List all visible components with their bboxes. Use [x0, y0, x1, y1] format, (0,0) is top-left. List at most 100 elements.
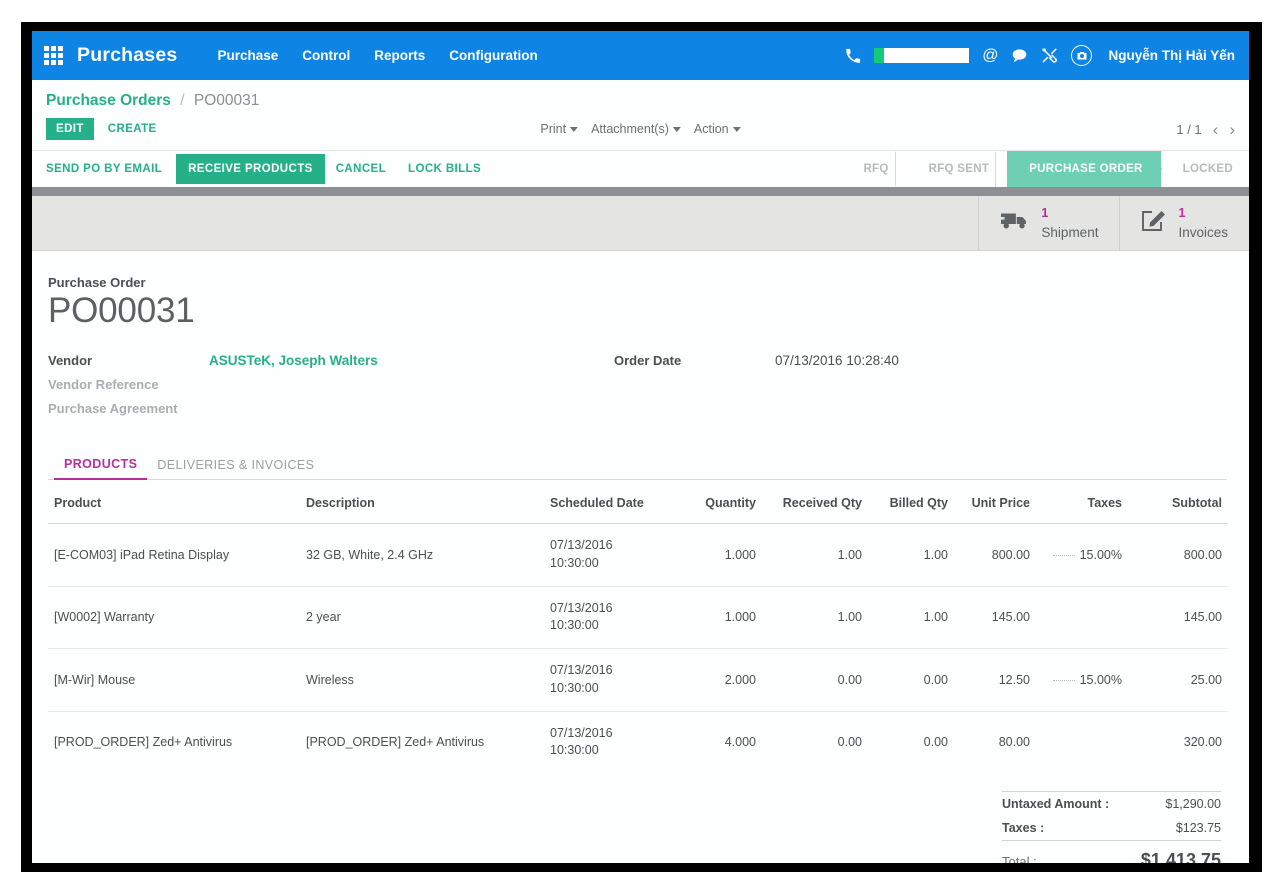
edit-button[interactable]: EDIT — [46, 118, 94, 140]
tools-icon[interactable] — [1041, 47, 1058, 64]
cancel-button[interactable]: CANCEL — [325, 163, 397, 175]
cell-subtotal[interactable]: 25.00 — [1128, 649, 1228, 712]
cell-scheduled-date[interactable]: 07/13/201610:30:00 — [544, 524, 679, 587]
cell-quantity[interactable]: 2.000 — [679, 649, 762, 712]
cell-taxes[interactable] — [1036, 711, 1128, 773]
table-row[interactable]: [W0002] Warranty 2 year 07/13/201610:30:… — [48, 586, 1228, 649]
username-label[interactable]: Nguyễn Thị Hải Yến — [1108, 48, 1235, 63]
cell-billed-qty[interactable]: 0.00 — [868, 711, 954, 773]
form-column-left: Vendor ASUSTeK, Joseph Walters Vendor Re… — [48, 353, 614, 425]
dotted-connector — [1053, 680, 1075, 681]
pager-previous-icon[interactable]: ‹ — [1213, 121, 1219, 138]
cell-product[interactable]: [E-COM03] iPad Retina Display — [48, 524, 300, 587]
section-divider — [32, 187, 1249, 196]
print-dropdown[interactable]: Print — [540, 122, 578, 136]
cell-description[interactable]: 32 GB, White, 2.4 GHz — [300, 524, 544, 587]
status-stage-rfq-sent[interactable]: RFQ SENT — [907, 151, 1008, 187]
cell-scheduled-date[interactable]: 07/13/201610:30:00 — [544, 649, 679, 712]
pager: 1 / 1 ‹ › — [1176, 121, 1235, 138]
field-vendor-reference: Vendor Reference — [48, 377, 614, 401]
cell-unit-price[interactable]: 800.00 — [954, 524, 1036, 587]
column-header-billed-qty: Billed Qty — [868, 480, 954, 524]
menu-item-purchase[interactable]: Purchase — [217, 48, 278, 63]
status-stage-locked[interactable]: LOCKED — [1161, 151, 1249, 187]
app-page: Purchases Purchase Control Reports Confi… — [32, 31, 1249, 863]
column-header-scheduled-date: Scheduled Date — [544, 480, 679, 524]
create-button[interactable]: CREATE — [108, 123, 157, 135]
lock-bills-button[interactable]: LOCK BILLS — [397, 163, 492, 175]
stat-button-shipment[interactable]: 1 Shipment — [978, 196, 1119, 250]
menu-item-control[interactable]: Control — [302, 48, 350, 63]
apps-grid-icon[interactable] — [44, 46, 63, 65]
total-label: Total : — [1002, 854, 1037, 863]
phone-icon[interactable] — [845, 48, 861, 64]
cell-product[interactable]: [W0002] Warranty — [48, 586, 300, 649]
stat-count: 1 — [1178, 206, 1185, 220]
cell-billed-qty[interactable]: 1.00 — [868, 586, 954, 649]
cell-subtotal[interactable]: 145.00 — [1128, 586, 1228, 649]
cell-received-qty[interactable]: 1.00 — [762, 586, 868, 649]
top-navbar: Purchases Purchase Control Reports Confi… — [32, 31, 1249, 80]
cell-billed-qty[interactable]: 1.00 — [868, 524, 954, 587]
tab-deliveries-invoices[interactable]: DELIVERIES & INVOICES — [147, 452, 324, 479]
pager-next-icon[interactable]: › — [1229, 121, 1235, 138]
cell-subtotal[interactable]: 800.00 — [1128, 524, 1228, 587]
cell-received-qty[interactable]: 0.00 — [762, 711, 868, 773]
column-header-received-qty: Received Qty — [762, 480, 868, 524]
action-button-bar: SEND PO BY EMAIL RECEIVE PRODUCTS CANCEL… — [32, 151, 1249, 187]
table-row[interactable]: [E-COM03] iPad Retina Display 32 GB, Whi… — [48, 524, 1228, 587]
table-row[interactable]: [M-Wir] Mouse Wireless 07/13/201610:30:0… — [48, 649, 1228, 712]
status-stage-label: PURCHASE ORDER — [1029, 163, 1142, 175]
order-date-value[interactable]: 07/13/2016 10:28:40 — [775, 353, 899, 368]
vendor-value-link[interactable]: ASUSTeK, Joseph Walters — [209, 353, 378, 368]
action-dropdown[interactable]: Action — [694, 122, 741, 136]
cell-quantity[interactable]: 1.000 — [679, 586, 762, 649]
chat-icon[interactable] — [1011, 48, 1028, 63]
cell-scheduled-date[interactable]: 07/13/201610:30:00 — [544, 711, 679, 773]
at-icon[interactable]: @ — [982, 48, 998, 64]
cell-received-qty[interactable]: 1.00 — [762, 524, 868, 587]
order-lines-table: Product Description Scheduled Date Quant… — [48, 480, 1228, 773]
taxes-label: Taxes : — [1002, 821, 1044, 835]
status-stage-label: RFQ — [863, 163, 888, 175]
field-label: Vendor — [48, 353, 209, 368]
main-menu: Purchase Control Reports Configuration — [217, 48, 537, 63]
breadcrumb-parent-link[interactable]: Purchase Orders — [46, 92, 171, 109]
activity-progress-bar[interactable] — [874, 48, 969, 63]
control-panel: EDIT CREATE Print Attachment(s) Action 1… — [32, 110, 1249, 151]
truck-icon — [1000, 210, 1030, 236]
cell-taxes[interactable]: 15.00% — [1036, 524, 1128, 587]
top-navbar-right: @ — [845, 45, 1235, 66]
send-po-by-email-button[interactable]: SEND PO BY EMAIL — [46, 163, 176, 175]
table-row[interactable]: [PROD_ORDER] Zed+ Antivirus [PROD_ORDER]… — [48, 711, 1228, 773]
tab-products[interactable]: PRODUCTS — [54, 451, 147, 480]
cell-description[interactable]: 2 year — [300, 586, 544, 649]
cell-scheduled-date[interactable]: 07/13/201610:30:00 — [544, 586, 679, 649]
untaxed-amount-label: Untaxed Amount : — [1002, 797, 1109, 811]
receive-products-button[interactable]: RECEIVE PRODUCTS — [176, 154, 325, 184]
screenshot-frame: Purchases Purchase Control Reports Confi… — [21, 22, 1262, 872]
cell-unit-price[interactable]: 145.00 — [954, 586, 1036, 649]
cell-taxes[interactable] — [1036, 586, 1128, 649]
avatar[interactable] — [1071, 45, 1092, 66]
status-stage-purchase-order[interactable]: PURCHASE ORDER — [1007, 151, 1160, 187]
chevron-down-icon — [570, 127, 578, 132]
cell-subtotal[interactable]: 320.00 — [1128, 711, 1228, 773]
cell-quantity[interactable]: 1.000 — [679, 524, 762, 587]
attachments-dropdown[interactable]: Attachment(s) — [591, 122, 681, 136]
menu-item-configuration[interactable]: Configuration — [449, 48, 537, 63]
stat-button-invoices[interactable]: 1 Invoices — [1119, 196, 1249, 250]
cell-unit-price[interactable]: 12.50 — [954, 649, 1036, 712]
cell-billed-qty[interactable]: 0.00 — [868, 649, 954, 712]
form-sheet: Purchase Order PO00031 Vendor ASUSTeK, J… — [32, 251, 1249, 863]
cell-description[interactable]: [PROD_ORDER] Zed+ Antivirus — [300, 711, 544, 773]
status-stage-rfq[interactable]: RFQ — [841, 151, 906, 187]
cell-unit-price[interactable]: 80.00 — [954, 711, 1036, 773]
cell-description[interactable]: Wireless — [300, 649, 544, 712]
cell-quantity[interactable]: 4.000 — [679, 711, 762, 773]
cell-received-qty[interactable]: 0.00 — [762, 649, 868, 712]
cell-taxes[interactable]: 15.00% — [1036, 649, 1128, 712]
cell-product[interactable]: [PROD_ORDER] Zed+ Antivirus — [48, 711, 300, 773]
menu-item-reports[interactable]: Reports — [374, 48, 425, 63]
cell-product[interactable]: [M-Wir] Mouse — [48, 649, 300, 712]
